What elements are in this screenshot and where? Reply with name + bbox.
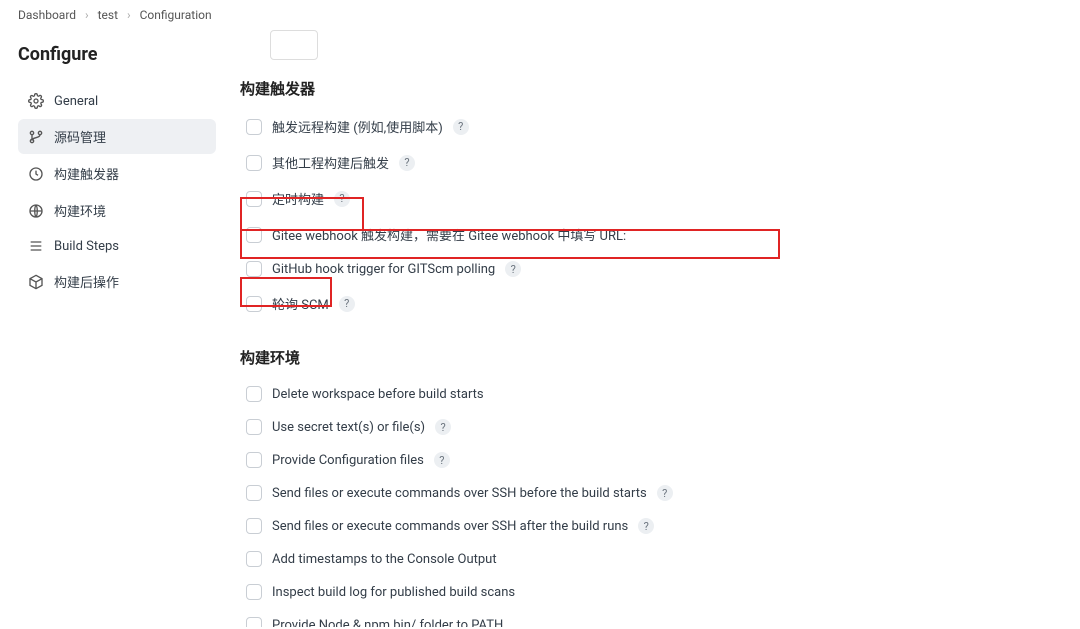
env-label: Delete workspace before build starts xyxy=(272,387,484,402)
env-section-title: 构建环境 xyxy=(240,347,1050,368)
env-checkbox[interactable] xyxy=(246,452,262,468)
sidebar-item-environment[interactable]: 构建环境 xyxy=(18,193,216,228)
trigger-option-github[interactable]: GitHub hook trigger for GITScm polling ? xyxy=(240,255,1050,283)
trigger-checkbox-gitee[interactable] xyxy=(246,227,262,243)
env-option-secret-text[interactable]: Use secret text(s) or file(s) ? xyxy=(240,413,1050,441)
breadcrumb-item-test[interactable]: test xyxy=(98,8,118,22)
env-option-timestamps[interactable]: Add timestamps to the Console Output xyxy=(240,545,1050,573)
trigger-option-remote[interactable]: 触发远程构建 (例如,使用脚本) ? xyxy=(240,111,1050,142)
env-label: Provide Node & npm bin/ folder to PATH xyxy=(272,618,503,628)
env-option-build-scans[interactable]: Inspect build log for published build sc… xyxy=(240,578,1050,606)
env-option-ssh-before[interactable]: Send files or execute commands over SSH … xyxy=(240,479,1050,507)
env-checkbox[interactable] xyxy=(246,386,262,402)
trigger-checkbox-remote[interactable] xyxy=(246,119,262,135)
sidebar-item-label: 构建后操作 xyxy=(54,272,119,291)
help-icon[interactable]: ? xyxy=(339,296,355,312)
env-option-ssh-after[interactable]: Send files or execute commands over SSH … xyxy=(240,512,1050,540)
sidebar-item-scm[interactable]: 源码管理 xyxy=(18,119,216,154)
env-checkbox[interactable] xyxy=(246,617,262,627)
trigger-label: GitHub hook trigger for GITScm polling xyxy=(272,262,495,277)
sidebar-item-build-steps[interactable]: Build Steps xyxy=(18,230,216,262)
help-icon[interactable]: ? xyxy=(657,485,673,501)
env-option-delete-workspace[interactable]: Delete workspace before build starts xyxy=(240,380,1050,408)
help-icon[interactable]: ? xyxy=(453,119,469,135)
env-checkbox[interactable] xyxy=(246,551,262,567)
env-checkbox[interactable] xyxy=(246,419,262,435)
env-option-config-files[interactable]: Provide Configuration files ? xyxy=(240,446,1050,474)
chevron-right-icon: › xyxy=(85,8,89,22)
help-icon[interactable]: ? xyxy=(334,191,350,207)
trigger-checkbox-poll[interactable] xyxy=(246,296,262,312)
env-label: Send files or execute commands over SSH … xyxy=(272,519,628,534)
trigger-label: 触发远程构建 (例如,使用脚本) xyxy=(272,117,443,136)
trigger-checkbox-other[interactable] xyxy=(246,155,262,171)
help-icon[interactable]: ? xyxy=(399,155,415,171)
gear-icon xyxy=(28,93,44,109)
env-checkbox[interactable] xyxy=(246,584,262,600)
sidebar-item-label: 构建环境 xyxy=(54,201,106,220)
help-icon[interactable]: ? xyxy=(434,452,450,468)
breadcrumb-item-configuration[interactable]: Configuration xyxy=(140,8,212,22)
sidebar: Configure General 源码管理 构建触发器 构建环境 xyxy=(0,30,230,627)
steps-icon xyxy=(28,238,44,254)
help-icon[interactable]: ? xyxy=(505,261,521,277)
triggers-section-title: 构建触发器 xyxy=(240,78,1050,99)
env-label: Add timestamps to the Console Output xyxy=(272,552,497,567)
sidebar-item-post-build[interactable]: 构建后操作 xyxy=(18,264,216,299)
sidebar-item-label: 构建触发器 xyxy=(54,164,119,183)
sidebar-item-label: Build Steps xyxy=(54,239,119,254)
redacted-url xyxy=(638,228,873,242)
sidebar-item-triggers[interactable]: 构建触发器 xyxy=(18,156,216,191)
env-label: Provide Configuration files xyxy=(272,453,424,468)
unknown-button[interactable] xyxy=(270,30,318,60)
sidebar-item-label: General xyxy=(54,94,98,109)
trigger-option-poll-scm[interactable]: 轮询 SCM ? xyxy=(240,288,1050,319)
sidebar-item-general[interactable]: General xyxy=(18,85,216,117)
env-label: Send files or execute commands over SSH … xyxy=(272,486,647,501)
trigger-checkbox-cron[interactable] xyxy=(246,191,262,207)
env-checkbox[interactable] xyxy=(246,485,262,501)
env-option-node-npm[interactable]: Provide Node & npm bin/ folder to PATH xyxy=(240,611,1050,627)
trigger-label: 定时构建 xyxy=(272,189,324,208)
help-icon[interactable]: ? xyxy=(435,419,451,435)
globe-icon xyxy=(28,203,44,219)
sidebar-item-label: 源码管理 xyxy=(54,127,106,146)
env-label: Inspect build log for published build sc… xyxy=(272,585,515,600)
page-title: Configure xyxy=(18,44,216,65)
main-content: 构建触发器 触发远程构建 (例如,使用脚本) ? 其他工程构建后触发 ? 定时构… xyxy=(230,30,1080,627)
trigger-checkbox-github[interactable] xyxy=(246,261,262,277)
env-label: Use secret text(s) or file(s) xyxy=(272,420,425,435)
trigger-label: 其他工程构建后触发 xyxy=(272,153,389,172)
env-checkbox[interactable] xyxy=(246,518,262,534)
branch-icon xyxy=(28,129,44,145)
trigger-option-other-project[interactable]: 其他工程构建后触发 ? xyxy=(240,147,1050,178)
breadcrumb: Dashboard › test › Configuration xyxy=(0,0,1080,30)
trigger-label: Gitee webhook 触发构建，需要在 Gitee webhook 中填写… xyxy=(272,225,626,244)
trigger-label: 轮询 SCM xyxy=(272,294,329,313)
breadcrumb-item-dashboard[interactable]: Dashboard xyxy=(18,8,76,22)
help-icon[interactable]: ? xyxy=(638,518,654,534)
package-icon xyxy=(28,274,44,290)
trigger-option-gitee[interactable]: Gitee webhook 触发构建，需要在 Gitee webhook 中填写… xyxy=(240,219,1050,250)
trigger-option-cron[interactable]: 定时构建 ? xyxy=(240,183,1050,214)
chevron-right-icon: › xyxy=(127,8,131,22)
clock-icon xyxy=(28,166,44,182)
